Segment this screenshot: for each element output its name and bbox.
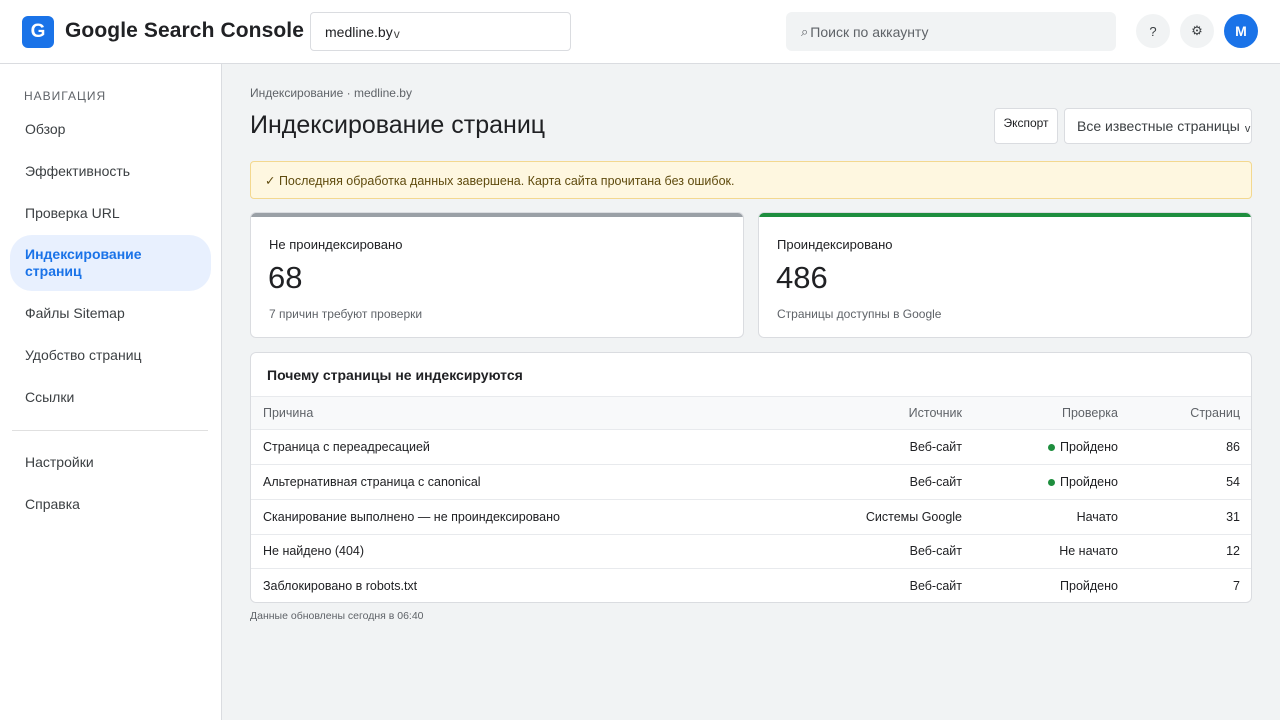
filter-value: Все известные страницы [1077, 118, 1240, 134]
column-header-pages[interactable]: Страниц [1190, 397, 1240, 429]
top-bar: G Google Search Console medline.by v ⌕ П… [0, 0, 1280, 64]
indexed-card[interactable]: Проиндексировано 486 Страницы доступны в… [758, 212, 1252, 338]
card-accent-bar [251, 213, 743, 217]
reason-cell: Страница с переадресацией [263, 440, 430, 454]
status-dot-icon [1048, 478, 1056, 486]
sidebar-item-label: Обзор [25, 121, 66, 137]
nav-divider [12, 430, 208, 431]
table-title: Почему страницы не индексируются [267, 367, 523, 383]
status-dot-icon [1048, 443, 1056, 451]
sidebar-item-label: Удобство страниц [25, 347, 142, 363]
sidebar-item-overview[interactable]: Обзор [10, 117, 211, 141]
table-row[interactable]: Альтернативная страница с canonical Веб-… [251, 465, 1251, 500]
sidebar-item-label: Ссылки [25, 389, 75, 405]
page-title: Индексирование страниц [250, 111, 546, 139]
source-cell: Веб-сайт [909, 544, 962, 558]
column-header-check[interactable]: Проверка [1062, 397, 1118, 429]
pages-filter-select[interactable]: Все известные страницы v [1064, 108, 1252, 144]
column-header-source[interactable]: Источник [909, 397, 962, 429]
reason-cell: Сканирование выполнено — не проиндексиро… [263, 510, 560, 524]
sidebar-item-sitemaps[interactable]: Файлы Sitemap [10, 301, 211, 325]
count-cell: 54 [1226, 475, 1240, 489]
sidebar-item-help[interactable]: Справка [10, 492, 211, 516]
settings-gear-icon[interactable]: ⚙ [1180, 14, 1214, 48]
sidebar-item-page-experience[interactable]: Удобство страниц [10, 343, 211, 367]
sidebar-item-label: Проверка URL [25, 205, 120, 221]
check-status: Пройдено [1060, 440, 1118, 454]
search-input[interactable]: ⌕ Поиск по аккаунту [786, 12, 1116, 51]
sidebar-item-performance[interactable]: Эффективность [10, 159, 211, 183]
avatar[interactable]: M [1224, 14, 1258, 48]
table-row[interactable]: Страница с переадресацией Веб-сайт Пройд… [251, 430, 1251, 465]
property-selector[interactable]: medline.by v [310, 12, 571, 51]
reasons-table-card: Почему страницы не индексируются Причина… [250, 352, 1252, 603]
reason-cell: Не найдено (404) [263, 544, 365, 558]
sidebar-item-links[interactable]: Ссылки [10, 385, 211, 409]
check-cell: Пройдено [1048, 465, 1118, 499]
sidebar-item-label: Справка [25, 496, 80, 512]
chevron-down-icon: v [1244, 123, 1251, 135]
not-indexed-card[interactable]: Не проиндексировано 68 7 причин требуют … [250, 212, 744, 338]
reason-cell: Альтернативная страница с canonical [263, 475, 481, 489]
sidebar-item-label: Эффективность [25, 163, 131, 179]
source-cell: Веб-сайт [909, 440, 962, 454]
app-title[interactable]: Google Search Console [65, 19, 304, 43]
card-accent-bar [759, 213, 1251, 217]
sidebar-item-page-indexing[interactable]: Индексирование страниц [10, 235, 211, 291]
sidebar-item-url-inspection[interactable]: Проверка URL [10, 201, 211, 225]
table-header: Причина Источник Проверка Страниц [251, 396, 1251, 430]
breadcrumb: Индексирование · medline.by [250, 86, 412, 100]
property-name: medline.by [325, 23, 393, 40]
column-header-reason[interactable]: Причина [263, 397, 313, 429]
check-status: Пройдено [1060, 475, 1118, 489]
card-label: Не проиндексировано [269, 237, 403, 252]
source-cell: Веб-сайт [909, 578, 962, 593]
search-icon: ⌕ [801, 23, 809, 39]
table-row[interactable]: Заблокировано в robots.txt Веб-сайт Прой… [251, 568, 1251, 602]
search-placeholder: Поиск по аккаунту [810, 23, 929, 40]
table-row[interactable]: Не найдено (404) Веб-сайт Не начато 12 [251, 534, 1251, 569]
table-row[interactable]: Сканирование выполнено — не проиндексиро… [251, 500, 1251, 535]
card-subtitle: 7 причин требуют проверки [269, 307, 423, 321]
sidebar-item-settings[interactable]: Настройки [10, 450, 211, 474]
count-cell: 31 [1226, 510, 1240, 524]
sidebar-item-label: Настройки [25, 454, 94, 470]
card-value: 68 [268, 260, 303, 295]
chevron-down-icon: v [393, 27, 400, 41]
status-notice: ✓ Последняя обработка данных завершена. … [250, 161, 1252, 199]
help-button[interactable]: ? [1136, 14, 1170, 48]
nav-heading: НАВИГАЦИЯ [24, 89, 107, 103]
source-cell: Веб-сайт [909, 475, 962, 489]
data-updated-note: Данные обновлены сегодня в 06:40 [250, 610, 424, 622]
reason-cell: Заблокировано в robots.txt [263, 578, 418, 593]
card-label: Проиндексировано [777, 237, 893, 252]
count-cell: 12 [1226, 544, 1240, 558]
sidebar-item-label: Индексирование страниц [25, 246, 142, 279]
main-content: Индексирование · medline.by Индексирован… [222, 64, 1280, 720]
export-button[interactable]: Экспорт [994, 108, 1058, 144]
count-cell: 86 [1226, 440, 1240, 454]
count-cell: 7 [1233, 578, 1240, 593]
sidebar-item-label: Файлы Sitemap [25, 305, 125, 321]
check-cell: Не начато [1059, 544, 1118, 558]
card-subtitle: Страницы доступны в Google [777, 307, 942, 321]
source-cell: Системы Google [865, 510, 962, 524]
check-cell: Пройдено [1048, 430, 1118, 464]
sidebar: НАВИГАЦИЯ Обзор Эффективность Проверка U… [0, 64, 222, 720]
search-console-logo[interactable]: G [22, 16, 54, 48]
card-value: 486 [776, 260, 828, 295]
check-cell: Начато [1076, 510, 1118, 524]
check-cell: Пройдено [1060, 578, 1118, 593]
